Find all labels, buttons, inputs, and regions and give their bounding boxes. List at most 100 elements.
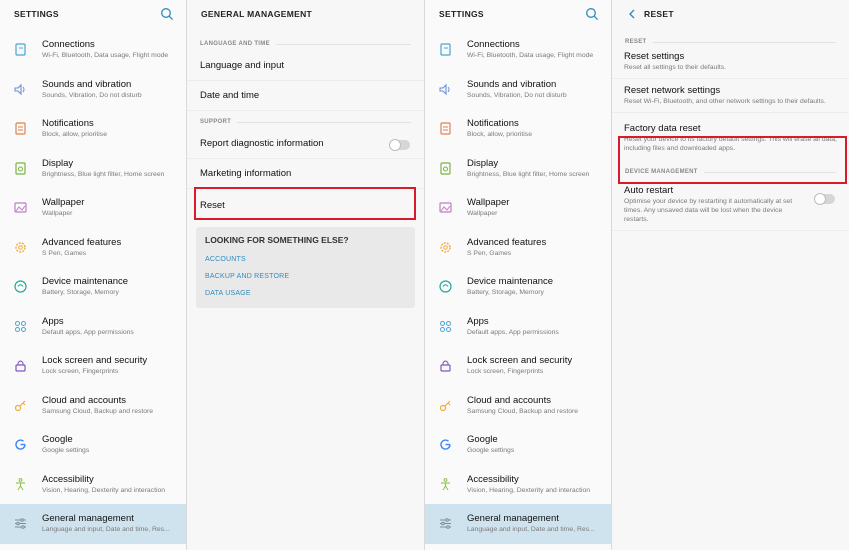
display-icon xyxy=(15,162,26,175)
maintenance-icon xyxy=(14,280,27,293)
sliders-icon xyxy=(15,518,26,530)
settings-item-title: Lock screen and security xyxy=(467,355,573,367)
settings-item-title: Device maintenance xyxy=(467,276,554,288)
wallpaper-icon xyxy=(439,202,452,213)
settings-item-title: Cloud and accounts xyxy=(467,394,551,406)
settings-item-subtitle: Google settings xyxy=(42,447,90,455)
settings-item-title: Accessibility xyxy=(467,473,519,485)
settings-item-title: Wallpaper xyxy=(467,197,510,209)
settings-item-subtitle: Lock screen, Fingerprints xyxy=(467,368,544,376)
settings-item-subtitle: Vision, Hearing, Dexterity and interacti… xyxy=(42,486,166,494)
settings-item-sounds-and-vibration[interactable]: Sounds and vibration Sounds, Vibration, D… xyxy=(425,70,611,110)
settings-item-connections[interactable]: Connections Wi-Fi, Bluetooth, Data usage,… xyxy=(0,30,186,70)
settings-item-title: Display xyxy=(42,157,74,169)
settings-item-apps[interactable]: Apps Default apps, App permissions xyxy=(0,307,186,347)
settings-item-general-management[interactable]: General management Language and input, Da… xyxy=(0,504,186,544)
settings-item-subtitle: Wallpaper xyxy=(42,210,73,218)
settings-item-wallpaper[interactable]: Wallpaper Wallpaper xyxy=(0,188,186,228)
link-data-usage[interactable]: DATA USAGE xyxy=(205,285,406,302)
language-input-item[interactable]: Language and input xyxy=(187,51,424,81)
settings-header-2: SETTINGS xyxy=(425,0,611,28)
settings-item-title: Notifications xyxy=(467,118,519,130)
display-icon xyxy=(440,162,451,175)
link-accounts[interactable]: ACCOUNTS xyxy=(205,251,406,268)
settings-item-subtitle: Samsung Cloud, Backup and restore xyxy=(467,407,579,415)
settings-item-subtitle: Sounds, Vibration, Do not disturb xyxy=(42,91,142,99)
settings-item-general-management[interactable]: General management Language and input, Da… xyxy=(425,504,611,544)
section-reset: RESET xyxy=(612,35,849,49)
settings-item-subtitle: Samsung Cloud, Backup and restore xyxy=(42,407,154,415)
speaker-icon xyxy=(14,83,25,96)
settings-item-advanced-features[interactable]: Advanced features S Pen, Games xyxy=(0,228,186,268)
settings-item-wallpaper[interactable]: Wallpaper Wallpaper xyxy=(425,188,611,228)
general-management-header: GENERAL MANAGEMENT xyxy=(187,0,424,28)
settings-item-subtitle: Vision, Hearing, Dexterity and interacti… xyxy=(467,486,591,494)
link-backup-restore[interactable]: BACKUP AND RESTORE xyxy=(205,268,406,285)
reset-panel: RESET RESET Reset settings Reset all set… xyxy=(612,0,849,550)
settings-item-title: General management xyxy=(42,513,134,525)
settings-item-advanced-features[interactable]: Advanced features S Pen, Games xyxy=(425,228,611,268)
settings-item-lock-screen-and-security[interactable]: Lock screen and security Lock screen, Fin… xyxy=(425,346,611,386)
section-language-time: LANGUAGE AND TIME xyxy=(187,37,424,51)
connections-icon xyxy=(440,43,451,56)
marketing-information-item[interactable]: Marketing information xyxy=(187,159,424,189)
reset-network-settings-item[interactable]: Reset network settings Reset Wi-Fi, Blue… xyxy=(612,79,849,112)
settings-item-subtitle: Brightness, Blue light filter, Home scre… xyxy=(467,170,590,178)
settings-item-subtitle: Default apps, App permissions xyxy=(467,328,559,336)
settings-item-apps[interactable]: Apps Default apps, App permissions xyxy=(425,307,611,347)
google-icon xyxy=(15,439,26,450)
settings-item-google[interactable]: Google Google settings xyxy=(425,425,611,465)
settings-item-title: Google xyxy=(467,434,498,446)
settings-item-device-maintenance[interactable]: Device maintenance Battery, Storage, Memo… xyxy=(0,267,186,307)
settings-header: SETTINGS xyxy=(0,0,186,28)
settings-item-cloud-and-accounts[interactable]: Cloud and accounts Samsung Cloud, Backup … xyxy=(425,386,611,426)
reset-title: RESET xyxy=(644,9,674,19)
auto-restart-toggle[interactable] xyxy=(814,193,835,205)
auto-restart-item[interactable]: Auto restart Optimise your device by res… xyxy=(612,179,849,230)
section-support: SUPPORT xyxy=(187,115,424,129)
settings-item-notifications[interactable]: Notifications Block, allow, prioritise xyxy=(0,109,186,149)
settings-item-sounds-and-vibration[interactable]: Sounds and vibration Sounds, Vibration, D… xyxy=(0,70,186,110)
reset-settings-item[interactable]: Reset settings Reset all settings to the… xyxy=(612,49,849,78)
settings-item-subtitle: Language and input, Date and time, Res..… xyxy=(467,526,595,534)
search-icon[interactable] xyxy=(160,7,174,21)
key-icon xyxy=(14,400,26,411)
accessibility-icon xyxy=(441,477,450,491)
lock-icon xyxy=(440,360,451,372)
settings-item-subtitle: Block, allow, prioritise xyxy=(467,131,532,139)
settings-item-display[interactable]: Display Brightness, Blue light filter, Ho… xyxy=(0,149,186,189)
settings-item-connections[interactable]: Connections Wi-Fi, Bluetooth, Data usage,… xyxy=(425,30,611,70)
apps-icon xyxy=(15,320,26,332)
settings-item-subtitle: Wallpaper xyxy=(467,210,498,218)
settings-item-display[interactable]: Display Brightness, Blue light filter, Ho… xyxy=(425,149,611,189)
settings-item-title: Cloud and accounts xyxy=(42,394,126,406)
settings-item-lock-screen-and-security[interactable]: Lock screen and security Lock screen, Fin… xyxy=(0,346,186,386)
report-diagnostic-toggle[interactable] xyxy=(389,139,410,151)
settings-item-subtitle: S Pen, Games xyxy=(42,249,87,257)
report-diagnostic-item[interactable]: Report diagnostic information xyxy=(187,129,424,159)
general-management-panel: GENERAL MANAGEMENT LANGUAGE AND TIME Lan… xyxy=(187,0,424,550)
gear-icon xyxy=(15,242,26,253)
settings-item-subtitle: Lock screen, Fingerprints xyxy=(42,368,119,376)
settings-item-accessibility[interactable]: Accessibility Vision, Hearing, Dexterity … xyxy=(425,465,611,505)
back-arrow-icon[interactable] xyxy=(626,8,638,20)
settings-item-accessibility[interactable]: Accessibility Vision, Hearing, Dexterity … xyxy=(0,465,186,505)
search-icon[interactable] xyxy=(585,7,599,21)
settings-item-title: Sounds and vibration xyxy=(467,78,557,90)
settings-item-title: Connections xyxy=(467,39,520,51)
wallpaper-icon xyxy=(14,202,27,213)
speaker-icon xyxy=(439,83,450,96)
settings-item-subtitle: Wi-Fi, Bluetooth, Data usage, Flight mod… xyxy=(467,52,594,60)
settings-item-device-maintenance[interactable]: Device maintenance Battery, Storage, Memo… xyxy=(425,267,611,307)
connections-icon xyxy=(15,43,26,56)
accessibility-icon xyxy=(16,477,25,491)
sliders-icon xyxy=(440,518,451,530)
settings-item-title: Wallpaper xyxy=(42,197,85,209)
settings-item-cloud-and-accounts[interactable]: Cloud and accounts Samsung Cloud, Backup … xyxy=(0,386,186,426)
settings-item-google[interactable]: Google Google settings xyxy=(0,425,186,465)
date-time-item[interactable]: Date and time xyxy=(187,81,424,111)
settings-item-subtitle: Default apps, App permissions xyxy=(42,328,134,336)
settings-item-notifications[interactable]: Notifications Block, allow, prioritise xyxy=(425,109,611,149)
settings-item-title: Advanced features xyxy=(467,236,547,248)
settings-item-title: Apps xyxy=(467,315,489,327)
